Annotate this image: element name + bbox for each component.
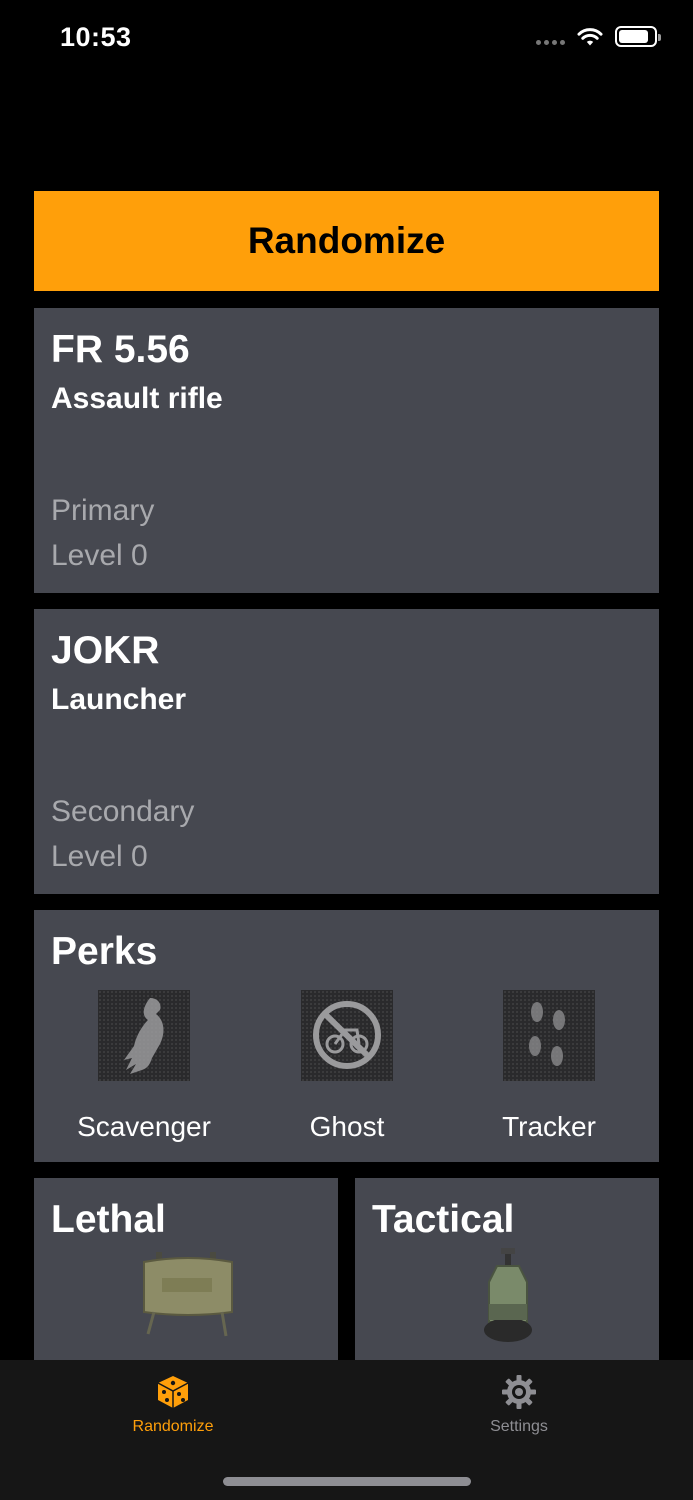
wifi-icon bbox=[577, 27, 603, 45]
weapon-slot: Primary bbox=[51, 494, 155, 527]
tab-label: Randomize bbox=[132, 1418, 214, 1435]
lethal-card[interactable]: Lethal bbox=[34, 1178, 338, 1368]
tab-label: Settings bbox=[490, 1418, 548, 1435]
weapon-level: Level 0 bbox=[51, 840, 148, 873]
tab-settings[interactable]: Settings bbox=[419, 1374, 619, 1436]
secondary-weapon-card[interactable]: JOKR Launcher Secondary Level 0 bbox=[34, 609, 659, 894]
perk-label: Scavenger bbox=[77, 1111, 211, 1142]
perks-title: Perks bbox=[51, 930, 158, 973]
status-icons bbox=[536, 26, 661, 47]
weapon-level: Level 0 bbox=[51, 539, 148, 572]
perk-ghost[interactable]: Ghost bbox=[247, 990, 447, 1143]
app-screen: 10:53 Randomize FR 5.56 Assault rifle Pr… bbox=[0, 0, 693, 1500]
battery-icon bbox=[615, 26, 661, 47]
footprints-icon bbox=[503, 990, 595, 1081]
weapon-slot: Secondary bbox=[51, 795, 195, 828]
primary-weapon-card[interactable]: FR 5.56 Assault rifle Primary Level 0 bbox=[34, 308, 659, 593]
perk-label: Tracker bbox=[502, 1111, 596, 1142]
tab-bar: Randomize Settings bbox=[0, 1360, 693, 1500]
gear-icon bbox=[502, 1375, 536, 1409]
weapon-name: JOKR bbox=[51, 629, 160, 672]
cellular-signal-icon bbox=[536, 29, 565, 45]
tactical-card[interactable]: Tactical bbox=[355, 1178, 659, 1368]
status-time: 10:53 bbox=[60, 22, 132, 52]
weapon-type: Launcher bbox=[51, 683, 187, 716]
lethal-title: Lethal bbox=[51, 1198, 166, 1241]
battery-level bbox=[619, 30, 648, 43]
smoke-canister-icon bbox=[484, 1248, 532, 1342]
vulture-icon bbox=[98, 990, 190, 1081]
perk-scavenger[interactable]: Scavenger bbox=[44, 990, 244, 1143]
tab-randomize[interactable]: Randomize bbox=[73, 1374, 273, 1436]
home-indicator[interactable] bbox=[223, 1477, 471, 1486]
dice-icon bbox=[157, 1376, 189, 1408]
no-drone-icon bbox=[301, 990, 393, 1081]
tactical-title: Tactical bbox=[372, 1198, 515, 1241]
perk-tracker[interactable]: Tracker bbox=[449, 990, 649, 1143]
weapon-name: FR 5.56 bbox=[51, 328, 190, 371]
perk-label: Ghost bbox=[309, 1111, 385, 1142]
randomize-button[interactable]: Randomize bbox=[34, 191, 659, 291]
weapon-type: Assault rifle bbox=[51, 382, 223, 415]
perks-card[interactable]: Perks Scavenger Ghost Tracker bbox=[34, 910, 659, 1162]
claymore-icon bbox=[143, 1252, 233, 1337]
